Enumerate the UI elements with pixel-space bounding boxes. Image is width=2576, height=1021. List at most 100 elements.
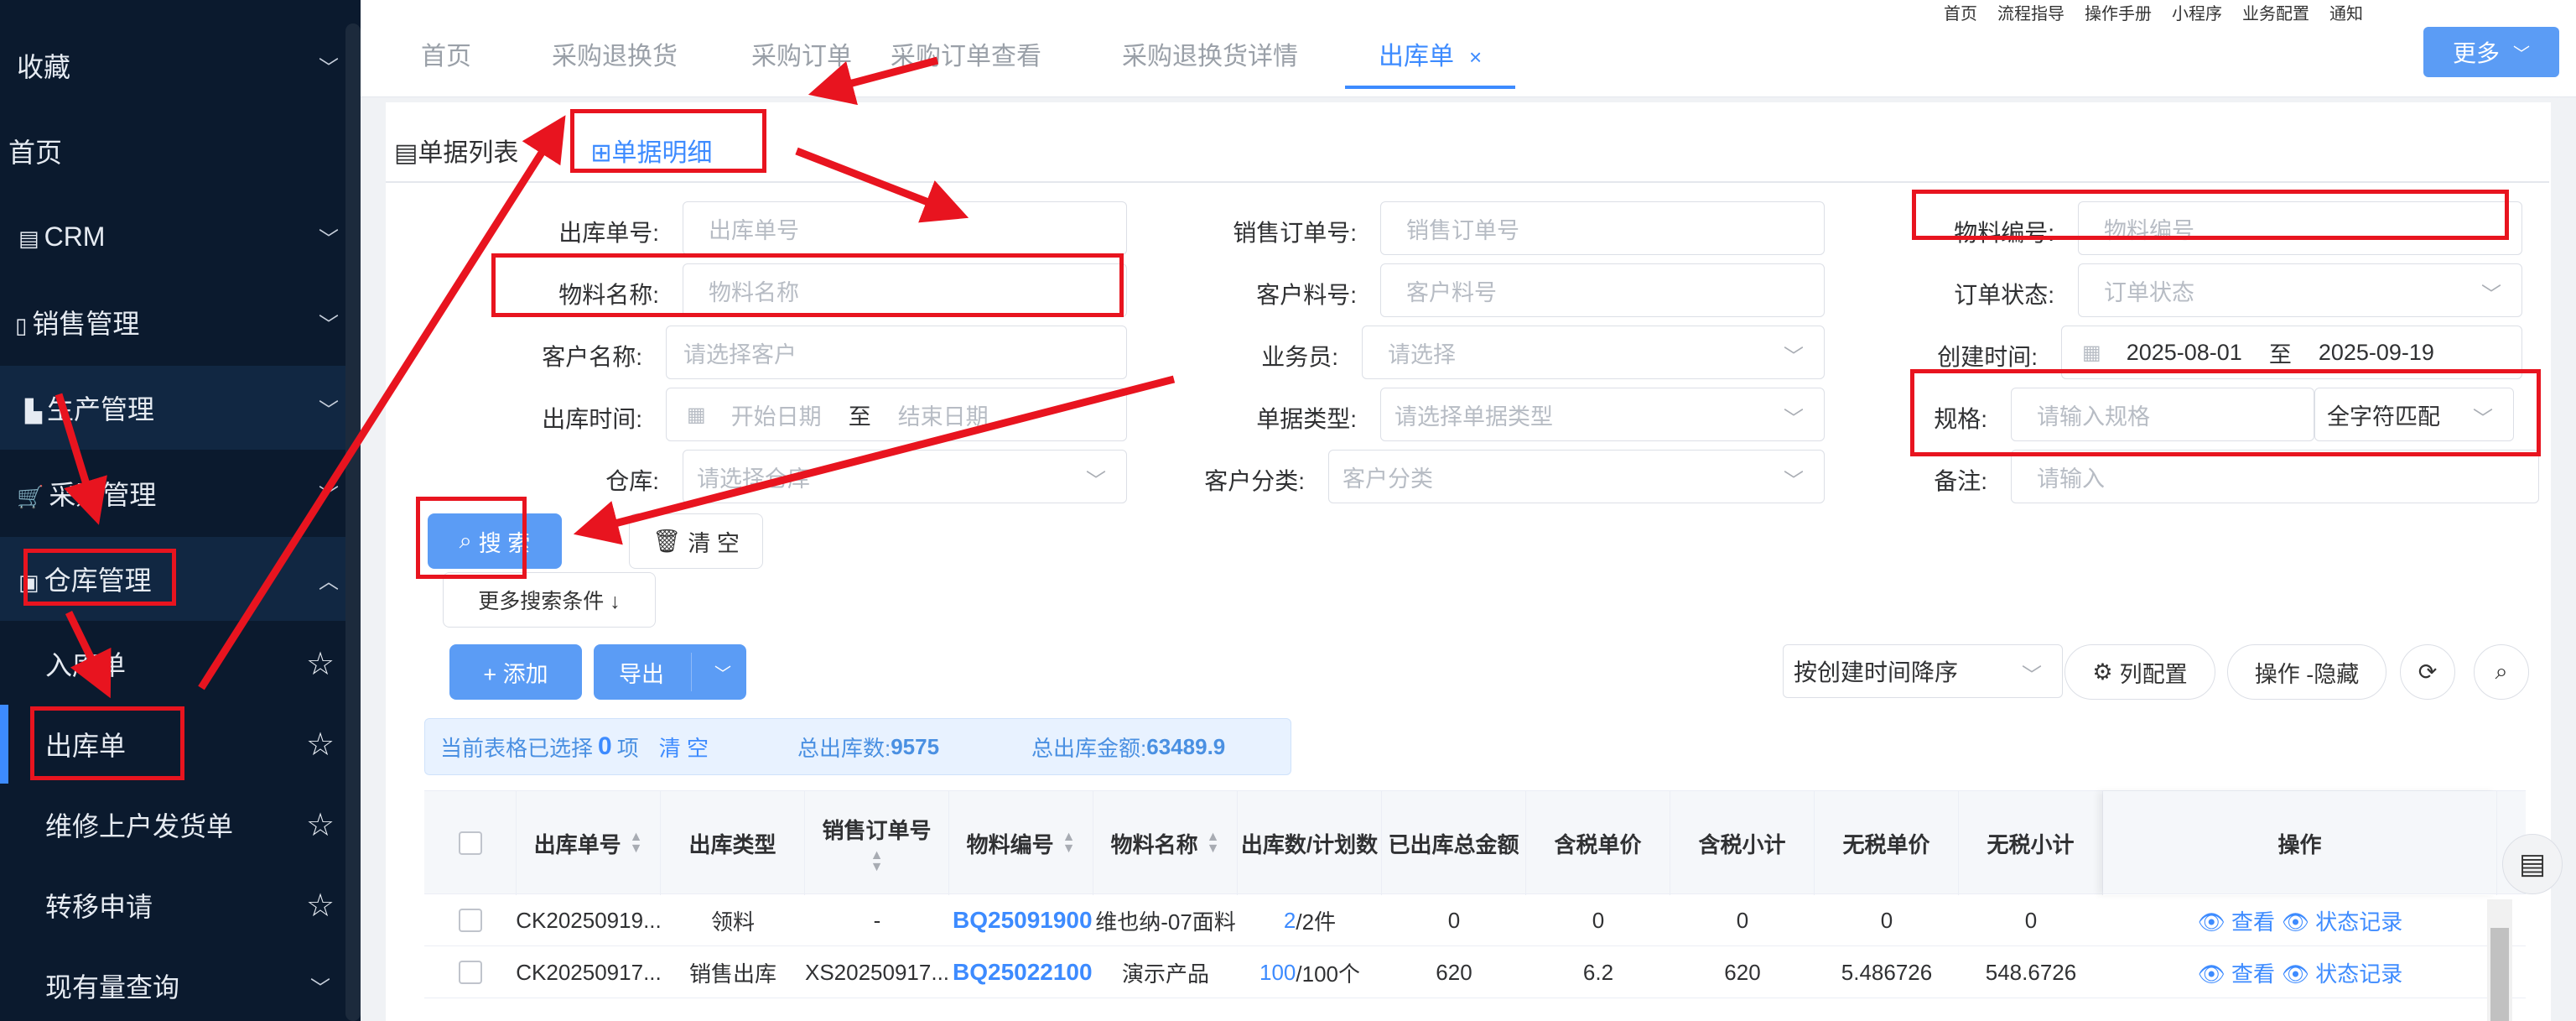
more-conditions-button[interactable]: 更多搜索条件 ↓ xyxy=(443,572,656,628)
sidebar-subitem-repair-ship[interactable]: 维修上户发货单 ☆ xyxy=(0,785,345,864)
selected-count: 0 xyxy=(598,732,612,760)
sidebar-item-purchase[interactable]: 🛒 采购管理 ﹀ xyxy=(0,451,345,535)
salesman-select[interactable]: 请选择 ﹀ xyxy=(1362,326,1825,379)
chevron-down-icon: ﹀ xyxy=(319,227,339,251)
sort-select[interactable]: 按创建时间降序 ﹀ xyxy=(1783,644,2063,698)
view-link[interactable]: 👁 查看 xyxy=(2198,905,2275,936)
column-config-button[interactable]: ⚙ 列配置 xyxy=(2064,644,2215,700)
tab-home[interactable]: 首页 xyxy=(361,34,501,96)
sort-icon: ▲ ▼ xyxy=(629,830,643,856)
header-qty: 出库数/计划数 xyxy=(1238,791,1382,895)
close-icon[interactable]: × xyxy=(1469,44,1482,70)
tab-purchase-order-view[interactable]: 采购订单查看 xyxy=(882,34,1072,96)
sidebar-item-favorites[interactable]: 收藏 ﹀ xyxy=(0,23,345,107)
top-link-notify[interactable]: 通知 xyxy=(2329,0,2363,24)
table-scrollbar[interactable] xyxy=(2487,899,2512,1021)
star-icon[interactable]: ☆ xyxy=(295,726,345,763)
label-out-time: 出库时间: xyxy=(542,406,642,432)
select-all-cell xyxy=(424,791,517,895)
order-status-select[interactable]: 订单状态 ﹀ xyxy=(2078,263,2522,317)
sidebar-subitem-transfer[interactable]: 转移申请 ☆ xyxy=(0,866,345,945)
label-warehouse: 仓库: xyxy=(605,468,659,494)
top-link-home[interactable]: 首页 xyxy=(1944,0,1977,24)
clear-button[interactable]: 🗑 清 空 xyxy=(629,513,763,569)
doc-type-select[interactable]: 请选择单据类型 ﹀ xyxy=(1380,388,1825,441)
top-link-manual[interactable]: 操作手册 xyxy=(2085,0,2152,24)
header-out-no[interactable]: 出库单号 ▲ ▼ xyxy=(517,791,661,895)
header-out-type: 出库类型 xyxy=(661,791,805,895)
label-cust-name: 客户名称: xyxy=(542,344,642,370)
refresh-icon: ⟳ xyxy=(2418,659,2438,685)
top-link-config[interactable]: 业务配置 xyxy=(2242,0,2309,24)
view-link[interactable]: 👁 查看 xyxy=(2198,957,2275,988)
out-time-range[interactable]: ▦ 开始日期至结束日期 xyxy=(666,388,1127,441)
sidebar-scrollbar[interactable] xyxy=(345,23,361,1021)
sidebar-item-production[interactable]: ▙ 生产管理 ﹀ xyxy=(0,366,345,450)
select-all-checkbox[interactable] xyxy=(458,831,482,855)
header-tax-price: 含税单价 xyxy=(1526,791,1670,895)
row-checkbox[interactable] xyxy=(459,909,482,932)
material-code-link[interactable]: BQ25022100 xyxy=(949,946,1093,998)
star-icon[interactable]: ☆ xyxy=(295,645,345,683)
sales-icon: ▯ xyxy=(15,313,28,338)
gear-icon: ⚙ xyxy=(2092,659,2113,685)
page-tabs: 首页 采购退换货 采购订单 采购订单查看 采购退换货详情 出库单 × xyxy=(361,34,1516,96)
star-icon[interactable]: ☆ xyxy=(295,806,345,844)
factory-icon: ▙ xyxy=(25,399,42,424)
label-order-status: 订单状态: xyxy=(1954,282,2054,308)
chevron-down-icon: ﹀ xyxy=(319,399,339,422)
header-ops: 操作 xyxy=(2103,791,2497,895)
clipboard-icon: ▤ xyxy=(394,139,418,167)
tab-purchase-order[interactable]: 采购订单 xyxy=(708,34,882,96)
sidebar-item-home[interactable]: 首页 xyxy=(0,109,345,193)
top-link-miniapp[interactable]: 小程序 xyxy=(2172,0,2222,24)
header-so-no[interactable]: 销售订单号 ▲ ▼ xyxy=(805,791,949,895)
summary-clear-link[interactable]: 清 空 xyxy=(659,732,709,763)
out-no-input[interactable]: 出库单号 xyxy=(683,201,1127,255)
add-button[interactable]: + 添加 xyxy=(449,644,582,700)
cust-part-input[interactable]: 客户料号 xyxy=(1380,263,1825,317)
cust-cat-select[interactable]: 客户分类 ﹀ xyxy=(1328,450,1825,503)
eye-icon: 👁 xyxy=(2282,909,2310,935)
header-mat-name[interactable]: 物料名称 ▲ ▼ xyxy=(1093,791,1238,895)
tab-purchase-return-detail[interactable]: 采购退换货详情 xyxy=(1072,34,1328,96)
sort-icon: ▲ ▼ xyxy=(1062,830,1076,856)
calendar-icon: ▦ xyxy=(2082,341,2101,364)
subtab-list[interactable]: ▤单据列表 xyxy=(386,132,542,169)
label-doc-type: 单据类型: xyxy=(1256,406,1357,432)
sidebar-subitem-inbound[interactable]: 入库单 ☆ xyxy=(0,624,345,703)
warehouse-select[interactable]: 请选择仓库 ﹀ xyxy=(683,450,1127,503)
header-tax-sub: 含税小计 xyxy=(1670,791,1815,895)
sidebar-subitem-stock-query[interactable]: 现有量查询 ﹀ xyxy=(0,946,345,1021)
sidebar: 收藏 ﹀ 首页 ▤ CRM ﹀ ▯ 销售管理 ﹀ ▙ 生产管理 ﹀ 🛒 采购管理 ﹀ ▣… xyxy=(0,0,361,1021)
more-button[interactable]: 更多 ﹀ xyxy=(2423,27,2559,77)
table-row: CK20250917... 销售出库 XS20250917... BQ25022… xyxy=(424,946,2526,998)
summary-bar: 当前表格已选择 0 项 清 空 总出库数: 9575 总出库金额: 63489.… xyxy=(424,718,1291,775)
status-log-link[interactable]: 👁 状态记录 xyxy=(2282,905,2402,936)
material-code-link[interactable]: BQ25091900 xyxy=(949,894,1093,946)
eye-icon: 👁 xyxy=(2197,909,2225,935)
star-icon[interactable]: ☆ xyxy=(295,887,345,925)
scrollbar-thumb[interactable] xyxy=(2490,928,2509,1021)
chevron-down-icon: ﹀ xyxy=(1086,470,1106,492)
document-icon[interactable]: ▤ xyxy=(2502,834,2563,894)
list-panel: ▤单据列表 ⊞单据明细 出库单号: 出库单号 销售订单号: 销售订单号 物料编号… xyxy=(386,102,2551,1021)
label-cust-cat: 客户分类: xyxy=(1204,468,1305,494)
status-log-link[interactable]: 👁 状态记录 xyxy=(2282,957,2402,988)
chevron-down-icon: ﹀ xyxy=(714,664,731,684)
cust-name-select[interactable]: 请选择客户 xyxy=(666,326,1127,379)
refresh-button[interactable]: ⟳ xyxy=(2400,644,2455,700)
export-button[interactable]: 导出 ﹀ xyxy=(594,644,746,700)
top-links: 首页 流程指导 操作手册 小程序 业务配置 通知 xyxy=(1944,0,2363,24)
sidebar-item-crm[interactable]: ▤ CRM ﹀ xyxy=(0,195,345,279)
header-mat-code[interactable]: 物料编号 ▲ ▼ xyxy=(949,791,1093,895)
table-search-button[interactable]: ⌕ xyxy=(2474,644,2529,700)
tab-purchase-return[interactable]: 采购退换货 xyxy=(501,34,708,96)
top-link-guide[interactable]: 流程指导 xyxy=(1997,0,2064,24)
sidebar-item-sales[interactable]: ▯ 销售管理 ﹀ xyxy=(0,280,345,364)
remark-input[interactable]: 请输入 xyxy=(2011,450,2539,503)
ops-hide-button[interactable]: 操作 -隐藏 xyxy=(2227,644,2386,700)
so-no-input[interactable]: 销售订单号 xyxy=(1380,201,1825,255)
row-checkbox[interactable] xyxy=(459,961,482,984)
tab-outbound[interactable]: 出库单 × xyxy=(1328,34,1516,96)
